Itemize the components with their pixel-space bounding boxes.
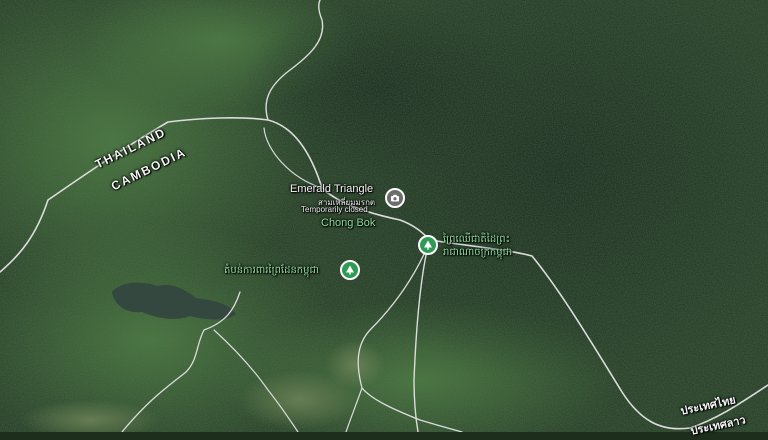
place-label-chong-bok[interactable]: Chong Bok [321,217,375,229]
park-label-right-line2[interactable]: រាជាណាចក្រកម្ពុជា [443,245,512,260]
poi-name-emerald-triangle[interactable]: Emerald Triangle [290,183,373,195]
landmark-pin[interactable] [385,188,405,208]
satellite-map[interactable] [0,0,768,432]
tree-icon [346,265,354,275]
park-label-left[interactable]: តំបន់ការពារព្រៃដែនកម្ពុជា [224,263,319,278]
tree-icon [424,240,432,250]
park-pin-right[interactable] [418,235,438,255]
poi-status-temporarily-closed: Temporarily closed [301,205,368,214]
park-pin-left[interactable] [340,260,360,280]
camera-icon [391,194,399,202]
